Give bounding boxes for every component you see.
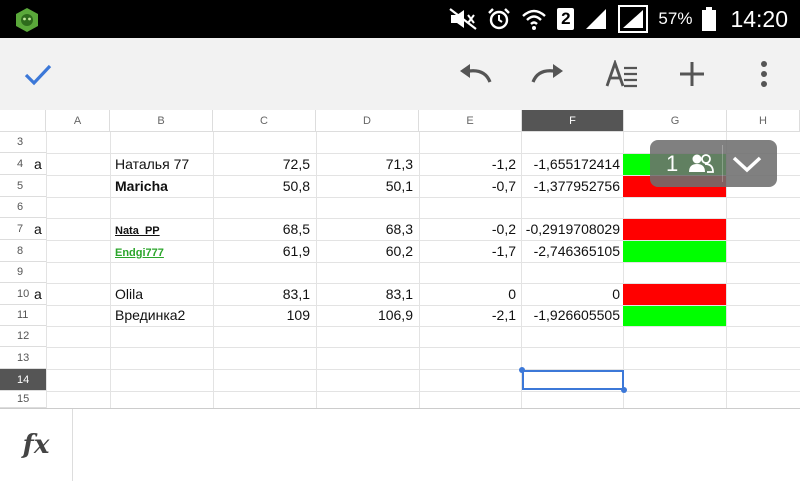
- cell-c7[interactable]: 68,5: [213, 218, 316, 240]
- grid-line: [46, 369, 800, 370]
- column-header-e[interactable]: E: [419, 110, 522, 132]
- cell-c10[interactable]: 83,1: [213, 283, 316, 305]
- more-options-button[interactable]: [744, 54, 784, 94]
- cell-b7[interactable]: Nata_PP: [111, 218, 213, 240]
- cell-a7[interactable]: а: [30, 218, 50, 240]
- undo-icon: [460, 64, 492, 83]
- row-header-3[interactable]: 3: [0, 132, 46, 153]
- done-button[interactable]: [18, 54, 58, 94]
- row-header-14[interactable]: 14: [0, 369, 46, 391]
- redo-button[interactable]: [528, 54, 568, 94]
- cell-f8[interactable]: -2,746365105: [521, 240, 623, 262]
- column-header-f[interactable]: F: [522, 110, 624, 132]
- cell-e5[interactable]: -0,7: [419, 175, 522, 197]
- cell-e10[interactable]: 0: [419, 283, 522, 305]
- column-header-c[interactable]: C: [213, 110, 316, 132]
- cell-d10[interactable]: 83,1: [316, 283, 419, 305]
- row-header-9[interactable]: 9: [0, 262, 46, 283]
- selected-cell-f14[interactable]: [522, 370, 624, 390]
- grid-line: [46, 347, 800, 348]
- cell-f11[interactable]: -1,926605505: [521, 305, 623, 326]
- collaborators-popup[interactable]: 1: [650, 140, 777, 187]
- cell-fill-g7[interactable]: [623, 219, 726, 240]
- cell-c4[interactable]: 72,5: [213, 153, 316, 175]
- mute-icon: [449, 8, 478, 30]
- formula-bar: fx: [0, 408, 800, 481]
- grid-line: [46, 326, 800, 327]
- column-header-a[interactable]: A: [46, 110, 110, 132]
- corner-header[interactable]: [0, 110, 46, 132]
- insert-button[interactable]: [672, 54, 712, 94]
- text-format-icon: [605, 60, 637, 88]
- cell-f4[interactable]: -1,655172414: [521, 153, 623, 175]
- selection-handle-top-left[interactable]: [519, 367, 525, 373]
- alarm-icon: [488, 8, 511, 30]
- app-notification-icon: [16, 8, 38, 32]
- formula-input[interactable]: [74, 409, 800, 481]
- cell-d4[interactable]: 71,3: [316, 153, 419, 175]
- cell-f5[interactable]: -1,377952756: [521, 175, 623, 197]
- signal-icon-sim2: [618, 5, 649, 33]
- cell-a4[interactable]: а: [30, 153, 50, 175]
- cell-fill-g8[interactable]: [623, 241, 726, 262]
- cell-b5[interactable]: Maricha: [111, 175, 213, 197]
- cell-d7[interactable]: 68,3: [316, 218, 419, 240]
- column-header-b[interactable]: B: [110, 110, 213, 132]
- cell-b8[interactable]: Endgi777: [111, 240, 213, 262]
- cell-e4[interactable]: -1,2: [419, 153, 522, 175]
- row-header-13[interactable]: 13: [0, 347, 46, 369]
- collaborator-count: 1: [666, 151, 679, 176]
- column-header-d[interactable]: D: [316, 110, 419, 132]
- cell-a5[interactable]: [30, 175, 50, 197]
- cell-c11[interactable]: 109: [213, 305, 316, 326]
- cell-c5[interactable]: 50,8: [213, 175, 316, 197]
- row-header-12[interactable]: 12: [0, 326, 46, 347]
- cell-d8[interactable]: 60,2: [316, 240, 419, 262]
- cell-d5[interactable]: 50,1: [316, 175, 419, 197]
- row-header-15[interactable]: 15: [0, 391, 46, 408]
- battery-percent: 57%: [658, 9, 693, 28]
- spreadsheet-toolbar: [0, 38, 800, 110]
- sim-slot-badge: 2: [557, 8, 575, 30]
- column-header-h[interactable]: H: [727, 110, 800, 132]
- cell-f10[interactable]: 0: [521, 283, 623, 305]
- cell-b10[interactable]: Olila: [111, 283, 213, 305]
- signal-icon-sim1: [586, 9, 607, 29]
- plus-icon: [680, 62, 704, 86]
- cell-b11[interactable]: Врединка2: [111, 305, 213, 326]
- wifi-icon: [522, 9, 547, 30]
- undo-button[interactable]: [455, 54, 495, 94]
- cell-b4[interactable]: Наталья 77: [111, 153, 213, 175]
- cell-fill-g10[interactable]: [623, 284, 726, 305]
- check-icon: [24, 64, 52, 86]
- grid-line: [46, 197, 800, 198]
- text-format-button[interactable]: [602, 54, 642, 94]
- fx-icon[interactable]: fx: [0, 409, 73, 481]
- status-bar: 2 57% 14:20: [0, 0, 800, 38]
- grid-line: [46, 391, 800, 392]
- cell-e7[interactable]: -0,2: [419, 218, 522, 240]
- battery-icon: [702, 7, 717, 31]
- cell-f7[interactable]: -0,2919708029: [521, 218, 623, 240]
- more-vert-icon: [761, 61, 767, 87]
- cell-e8[interactable]: -1,7: [419, 240, 522, 262]
- cell-a11[interactable]: [30, 305, 50, 326]
- cell-c8[interactable]: 61,9: [213, 240, 316, 262]
- cell-d11[interactable]: 106,9: [316, 305, 419, 326]
- cell-fill-g11[interactable]: [623, 306, 726, 326]
- redo-icon: [531, 64, 563, 83]
- clock: 14:20: [730, 5, 788, 32]
- column-header-g[interactable]: G: [624, 110, 727, 132]
- people-icon: [689, 154, 714, 173]
- cell-a8[interactable]: [30, 240, 50, 262]
- row-header-6[interactable]: 6: [0, 197, 46, 218]
- chevron-down-icon[interactable]: [732, 155, 762, 173]
- selection-handle-bottom-right[interactable]: [621, 387, 627, 393]
- popup-divider: [722, 145, 723, 182]
- cell-a10[interactable]: а: [30, 283, 50, 305]
- grid-line: [46, 262, 800, 263]
- cell-e11[interactable]: -2,1: [419, 305, 522, 326]
